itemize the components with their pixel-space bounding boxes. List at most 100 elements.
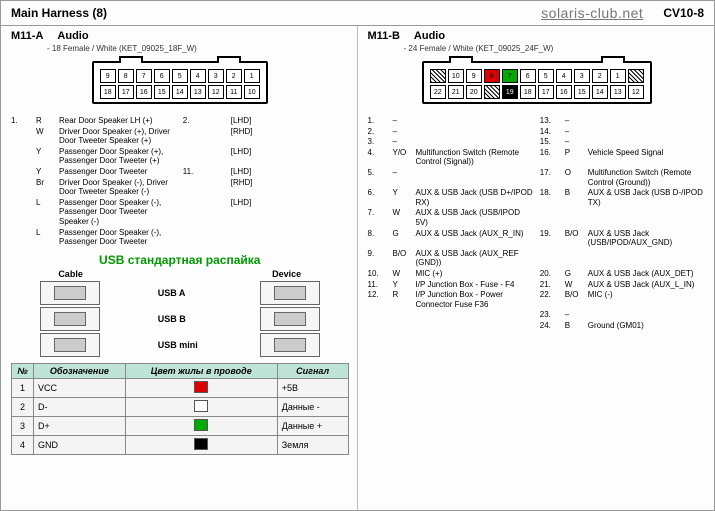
- usb-pin-row: 4GNDЗемля: [12, 435, 349, 454]
- pin-entry: [540, 208, 706, 227]
- connector-pin: 15: [574, 85, 590, 99]
- usb-th-n: №: [12, 363, 34, 378]
- pin-entry: 18.BAUX & USB Jack (USB D-/IPOD TX): [540, 188, 706, 207]
- connector-pin: 2: [592, 69, 608, 83]
- header-site: solaris-club.net: [541, 5, 643, 21]
- connector-pin: 7: [136, 69, 152, 83]
- usb-device-icon: [260, 281, 320, 305]
- usb-col-cable: Cable: [58, 269, 83, 279]
- connector-pin: 21: [448, 85, 464, 99]
- connector-pin: 4: [190, 69, 206, 83]
- pin-entry: 6.YAUX & USB Jack (USB D+/IPOD RX): [368, 188, 534, 207]
- pin-entry: 7.WAUX & USB Jack (USB/IPOD 5V): [368, 208, 534, 227]
- usb-th-color: Цвет жилы в проводе: [125, 363, 277, 378]
- connector-pin: 1: [244, 69, 260, 83]
- connector-name: Audio: [414, 30, 445, 42]
- connector-pin: 2: [226, 69, 242, 83]
- connector-pin: 20: [466, 85, 482, 99]
- connector-pin: 14: [172, 85, 188, 99]
- pin-entry: 12.RI/P Junction Box - Power Connector F…: [368, 290, 534, 309]
- pin-list-left: 1.RRear Door Speaker LH (+)2.[LHD]WDrive…: [11, 116, 349, 247]
- pin-entry: LPassenger Door Speaker (-), Passenger D…: [11, 198, 177, 227]
- pin-entry: BrDriver Door Speaker (-), Driver Door T…: [11, 178, 177, 197]
- usb-device-icon: [260, 307, 320, 331]
- connector-pin: 13: [610, 85, 626, 99]
- pin-entry: YPassenger Door Speaker (+), Passenger D…: [11, 147, 177, 166]
- connector-id: M11-A: [11, 30, 43, 42]
- pin-entry: WDriver Door Speaker (+), Driver Door Tw…: [11, 127, 177, 146]
- pin-entry: YPassenger Door Tweeter: [11, 167, 177, 177]
- usb-pin-row: 2D-Данные -: [12, 397, 349, 416]
- usb-cable-icon: [40, 307, 100, 331]
- connector-pin: 6: [520, 69, 536, 83]
- pin-entry: 11.YI/P Junction Box - Fuse - F4: [368, 280, 534, 290]
- connector-pin: 15: [154, 85, 170, 99]
- connector-pin: 18: [520, 85, 536, 99]
- pin-entry: [LHD]: [183, 198, 349, 227]
- pin-entry: 16.PVehicle Speed Signal: [540, 148, 706, 167]
- connector-pin: 17: [538, 85, 554, 99]
- connector-pin: [430, 69, 446, 83]
- pin-entry: 8.GAUX & USB Jack (AUX_R_IN): [368, 229, 534, 248]
- connector-pin: 18: [100, 85, 116, 99]
- connector-pin: 3: [574, 69, 590, 83]
- pin-entry: 15.–: [540, 137, 706, 147]
- connector-pin: 4: [556, 69, 572, 83]
- pin-list-right: 1.–13.–2.–14.–3.–15.–4.Y/OMultifunction …: [368, 116, 707, 330]
- connector-pin: 5: [538, 69, 554, 83]
- connector-pin: 5: [172, 69, 188, 83]
- connector-pin: 10: [244, 85, 260, 99]
- usb-pin-table: № Обозначение Цвет жилы в проводе Сигнал…: [11, 363, 349, 455]
- pin-entry: 1.–: [368, 116, 534, 126]
- right-column: M11-B Audio - 24 Female / White (KET_090…: [358, 26, 715, 510]
- pin-entry: 2.–: [368, 127, 534, 137]
- connector-pin: [628, 69, 644, 83]
- pin-entry: 22.B/OMIC (-): [540, 290, 706, 309]
- connector-pin: 22: [430, 85, 446, 99]
- connector-pin: 10: [448, 69, 464, 83]
- pin-entry: 5.–: [368, 168, 534, 187]
- pin-entry: 21.WAUX & USB Jack (AUX_L_IN): [540, 280, 706, 290]
- usb-type-row: USB mini: [11, 333, 349, 357]
- usb-type-label: USB A: [158, 288, 202, 298]
- usb-title: USB стандартная распайка: [11, 253, 349, 267]
- page-header: Main Harness (8) solaris-club.net CV10-8: [1, 1, 714, 26]
- usb-type-label: USB B: [158, 314, 202, 324]
- pin-entry: 3.–: [368, 137, 534, 147]
- connector-pin: 12: [628, 85, 644, 99]
- pin-entry: [540, 249, 706, 268]
- pin-entry: [RHD]: [183, 127, 349, 146]
- connector-pin: 1: [610, 69, 626, 83]
- connector-pin: 8: [484, 69, 500, 83]
- usb-pin-row: 1VCC+5В: [12, 378, 349, 397]
- connector-name: Audio: [57, 30, 88, 42]
- usb-cable-icon: [40, 333, 100, 357]
- pin-entry: 10.WMIC (+): [368, 269, 534, 279]
- usb-pin-row: 3D+Данные +: [12, 416, 349, 435]
- connector-pin: 7: [502, 69, 518, 83]
- pin-entry: 19.B/OAUX & USB Jack (USB/IPOD/AUX_GND): [540, 229, 706, 248]
- pin-entry: 13.–: [540, 116, 706, 126]
- connector-subtitle: - 18 Female / White (KET_09025_18F_W): [47, 44, 349, 53]
- connector-pin: 9: [466, 69, 482, 83]
- pin-entry: 17.OMultifunction Switch (Remote Control…: [540, 168, 706, 187]
- pin-entry: [368, 310, 534, 320]
- connector-pin: 16: [136, 85, 152, 99]
- connector-pin: 14: [592, 85, 608, 99]
- usb-type-row: USB B: [11, 307, 349, 331]
- connector-pin: 6: [154, 69, 170, 83]
- usb-col-device: Device: [272, 269, 301, 279]
- left-column: M11-A Audio - 18 Female / White (KET_090…: [1, 26, 358, 510]
- usb-device-icon: [260, 333, 320, 357]
- usb-type-row: USB A: [11, 281, 349, 305]
- pin-entry: 1.RRear Door Speaker LH (+): [11, 116, 177, 126]
- pin-entry: [RHD]: [183, 178, 349, 197]
- connector-pin: 9: [100, 69, 116, 83]
- usb-type-label: USB mini: [158, 340, 202, 350]
- usb-th-sig: Сигнал: [277, 363, 348, 378]
- connector-pin: 3: [208, 69, 224, 83]
- pin-entry: [368, 321, 534, 331]
- connector-subtitle: - 24 Female / White (KET_09025_24F_W): [404, 44, 707, 53]
- connector-pin: [484, 85, 500, 99]
- usb-th-name: Обозначение: [33, 363, 125, 378]
